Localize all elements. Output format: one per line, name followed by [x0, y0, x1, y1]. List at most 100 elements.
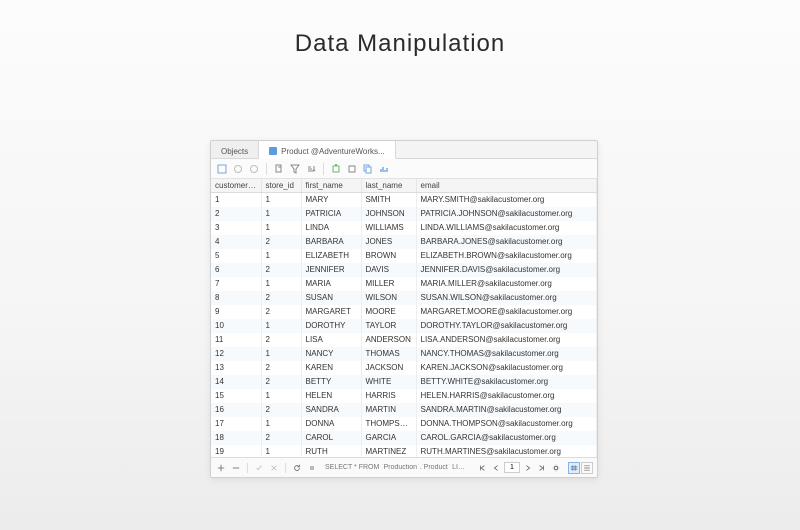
cell-customer_id[interactable]: 12 [211, 347, 261, 361]
cell-first_name[interactable]: JENNIFER [301, 263, 361, 277]
commit-button[interactable] [231, 162, 245, 176]
table-row[interactable]: 112LISAANDERSONLISA.ANDERSON@sakilacusto… [211, 333, 597, 347]
table-row[interactable]: 51ELIZABETHBROWNELIZABETH.BROWN@sakilacu… [211, 249, 597, 263]
cell-first_name[interactable]: NANCY [301, 347, 361, 361]
table-row[interactable]: 162SANDRAMARTINSANDRA.MARTIN@sakilacusto… [211, 403, 597, 417]
filter-button[interactable] [288, 162, 302, 176]
cell-store_id[interactable]: 2 [261, 431, 301, 445]
cell-customer_id[interactable]: 7 [211, 277, 261, 291]
sort-button[interactable] [304, 162, 318, 176]
cell-last_name[interactable]: WILSON [361, 291, 416, 305]
cell-first_name[interactable]: HELEN [301, 389, 361, 403]
prev-page-button[interactable] [490, 462, 502, 474]
cell-first_name[interactable]: SUSAN [301, 291, 361, 305]
cell-store_id[interactable]: 1 [261, 277, 301, 291]
cell-first_name[interactable]: DOROTHY [301, 319, 361, 333]
cell-store_id[interactable]: 1 [261, 417, 301, 431]
cell-last_name[interactable]: TAYLOR [361, 319, 416, 333]
cell-email[interactable]: MARGARET.MOORE@sakilacustomer.org [416, 305, 597, 319]
cell-customer_id[interactable]: 18 [211, 431, 261, 445]
last-page-button[interactable] [536, 462, 548, 474]
export-data-button[interactable] [345, 162, 359, 176]
import-button[interactable] [272, 162, 286, 176]
cell-email[interactable]: SANDRA.MARTIN@sakilacustomer.org [416, 403, 597, 417]
cell-email[interactable]: HELEN.HARRIS@sakilacustomer.org [416, 389, 597, 403]
table-row[interactable]: 101DOROTHYTAYLORDOROTHY.TAYLOR@sakilacus… [211, 319, 597, 333]
cell-email[interactable]: BARBARA.JONES@sakilacustomer.org [416, 235, 597, 249]
cell-customer_id[interactable]: 9 [211, 305, 261, 319]
cell-email[interactable]: DOROTHY.TAYLOR@sakilacustomer.org [416, 319, 597, 333]
rollback-button[interactable] [247, 162, 261, 176]
cell-last_name[interactable]: THOMAS [361, 347, 416, 361]
cell-last_name[interactable]: MOORE [361, 305, 416, 319]
cell-last_name[interactable]: WILLIAMS [361, 221, 416, 235]
chart-button[interactable] [377, 162, 391, 176]
delete-row-button[interactable] [230, 462, 242, 474]
cell-first_name[interactable]: BARBARA [301, 235, 361, 249]
tab-product[interactable]: Product @AdventureWorks... [259, 141, 396, 159]
cell-email[interactable]: MARIA.MILLER@sakilacustomer.org [416, 277, 597, 291]
cell-last_name[interactable]: DAVIS [361, 263, 416, 277]
cell-store_id[interactable]: 1 [261, 319, 301, 333]
cell-email[interactable]: RUTH.MARTINES@sakilacustomer.org [416, 445, 597, 457]
cell-email[interactable]: JENNIFER.DAVIS@sakilacustomer.org [416, 263, 597, 277]
cell-email[interactable]: DONNA.THOMPSON@sakilacustomer.org [416, 417, 597, 431]
cell-store_id[interactable]: 1 [261, 249, 301, 263]
cell-email[interactable]: MARY.SMITH@sakilacustomer.org [416, 193, 597, 208]
table-row[interactable]: 11MARYSMITHMARY.SMITH@sakilacustomer.org [211, 193, 597, 208]
cell-first_name[interactable]: PATRICIA [301, 207, 361, 221]
next-page-button[interactable] [522, 462, 534, 474]
table-row[interactable]: 191RUTHMARTINEZRUTH.MARTINES@sakilacusto… [211, 445, 597, 457]
copy-button[interactable] [361, 162, 375, 176]
cell-customer_id[interactable]: 16 [211, 403, 261, 417]
table-row[interactable]: 151HELENHARRISHELEN.HARRIS@sakilacustome… [211, 389, 597, 403]
column-header-first_name[interactable]: first_name [301, 179, 361, 193]
table-row[interactable]: 142BETTYWHITEBETTY.WHITE@sakilacustomer.… [211, 375, 597, 389]
cell-store_id[interactable]: 2 [261, 305, 301, 319]
cell-customer_id[interactable]: 5 [211, 249, 261, 263]
cell-first_name[interactable]: DONNA [301, 417, 361, 431]
cell-customer_id[interactable]: 1 [211, 193, 261, 208]
cell-first_name[interactable]: MARIA [301, 277, 361, 291]
cell-store_id[interactable]: 2 [261, 263, 301, 277]
cell-customer_id[interactable]: 2 [211, 207, 261, 221]
first-page-button[interactable] [476, 462, 488, 474]
apply-button[interactable] [253, 462, 265, 474]
column-header-store_id[interactable]: store_id [261, 179, 301, 193]
cell-store_id[interactable]: 2 [261, 333, 301, 347]
cell-store_id[interactable]: 1 [261, 221, 301, 235]
table-row[interactable]: 182CAROLGARCIACAROL.GARCIA@sakilacustome… [211, 431, 597, 445]
cell-email[interactable]: KAREN.JACKSON@sakilacustomer.org [416, 361, 597, 375]
cell-customer_id[interactable]: 11 [211, 333, 261, 347]
cell-email[interactable]: NANCY.THOMAS@sakilacustomer.org [416, 347, 597, 361]
form-view-button[interactable] [581, 462, 593, 474]
cell-customer_id[interactable]: 3 [211, 221, 261, 235]
cell-customer_id[interactable]: 14 [211, 375, 261, 389]
cell-store_id[interactable]: 1 [261, 389, 301, 403]
cell-email[interactable]: LISA.ANDERSON@sakilacustomer.org [416, 333, 597, 347]
cell-email[interactable]: SUSAN.WILSON@sakilacustomer.org [416, 291, 597, 305]
cell-customer_id[interactable]: 19 [211, 445, 261, 457]
cell-store_id[interactable]: 1 [261, 207, 301, 221]
cell-first_name[interactable]: MARY [301, 193, 361, 208]
table-row[interactable]: 42BARBARAJONESBARBARA.JONES@sakilacustom… [211, 235, 597, 249]
cell-store_id[interactable]: 1 [261, 347, 301, 361]
cell-email[interactable]: ELIZABETH.BROWN@sakilacustomer.org [416, 249, 597, 263]
cell-first_name[interactable]: RUTH [301, 445, 361, 457]
cell-store_id[interactable]: 2 [261, 403, 301, 417]
cell-customer_id[interactable]: 10 [211, 319, 261, 333]
cell-email[interactable]: BETTY.WHITE@sakilacustomer.org [416, 375, 597, 389]
export-button[interactable] [329, 162, 343, 176]
cell-last_name[interactable]: ANDERSON [361, 333, 416, 347]
tab-objects[interactable]: Objects [211, 141, 259, 158]
cell-customer_id[interactable]: 13 [211, 361, 261, 375]
stop-button[interactable] [306, 462, 318, 474]
cell-last_name[interactable]: JOHNSON [361, 207, 416, 221]
cell-last_name[interactable]: GARCIA [361, 431, 416, 445]
cell-first_name[interactable]: CAROL [301, 431, 361, 445]
table-row[interactable]: 31LINDAWILLIAMSLINDA.WILLIAMS@sakilacust… [211, 221, 597, 235]
cell-customer_id[interactable]: 17 [211, 417, 261, 431]
cell-email[interactable]: LINDA.WILLIAMS@sakilacustomer.org [416, 221, 597, 235]
settings-button[interactable] [550, 462, 562, 474]
column-header-customer_id[interactable]: customer_id [211, 179, 261, 193]
